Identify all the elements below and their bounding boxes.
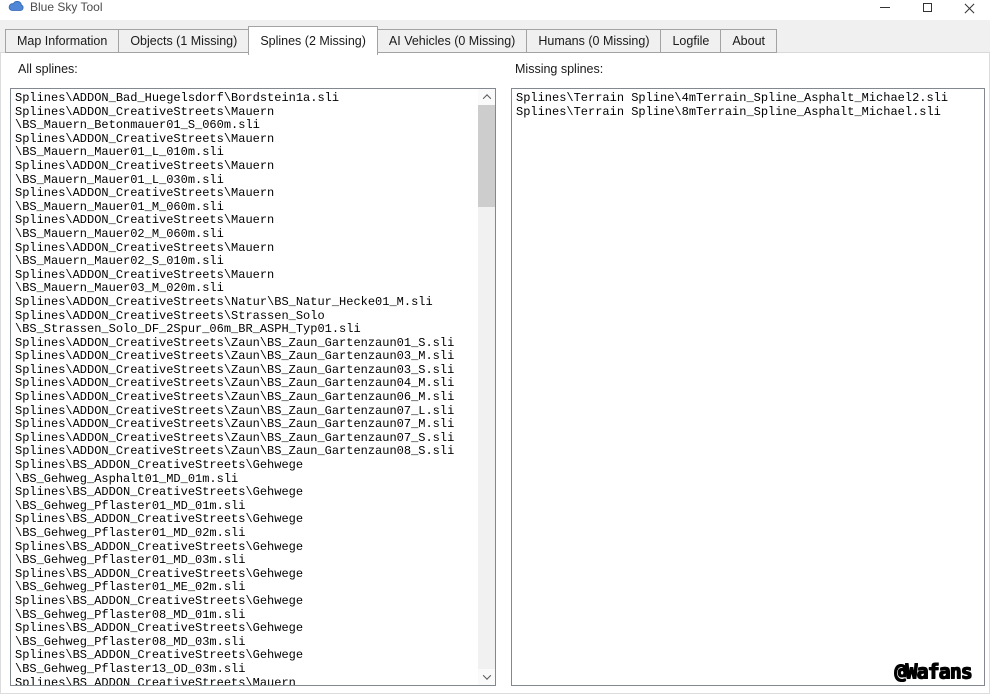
maximize-icon [922,2,932,12]
app-cloud-icon [8,1,24,11]
spline-path-item[interactable]: \BS_Mauern_Mauer02_M_060m.sli [15,227,477,242]
spline-path-item[interactable]: Splines\BS_ADDON_CreativeStreets\Gehwege [15,540,477,555]
spline-path-item[interactable]: Splines\ADDON_CreativeStreets\Zaun\BS_Za… [15,350,477,364]
spline-path-item[interactable]: Splines\Terrain Spline\4mTerrain_Spline_… [516,92,982,106]
all-splines-label: All splines: [18,62,78,76]
tab-bar: Map Information Objects (1 Missing) Spline… [5,26,777,55]
spline-path-item[interactable]: Splines\BS_ADDON_CreativeStreets\Gehwege [15,486,477,500]
spline-path-item[interactable]: \BS_Gehweg_Pflaster01_MD_01m.sli [15,499,477,514]
missing-splines-list[interactable]: Splines\Terrain Spline\4mTerrain_Spline_… [511,88,985,686]
spline-path-item[interactable]: Splines\ADDON_CreativeStreets\Zaun\BS_Za… [15,404,477,419]
spline-path-item[interactable]: \BS_Mauern_Mauer02_S_010m.sli [15,255,477,269]
spline-path-item[interactable]: Splines\ADDON_CreativeStreets\Mauern [15,132,477,147]
spline-path-item[interactable]: Splines\ADDON_CreativeStreets\Mauern [15,268,477,283]
spline-path-item[interactable]: \BS_Gehweg_Pflaster01_MD_02m.sli [15,526,477,541]
spline-path-item[interactable]: Splines\ADDON_CreativeStreets\Zaun\BS_Za… [15,336,477,351]
minimize-icon [880,6,890,8]
spline-path-item[interactable]: \BS_Strassen_Solo_DF_2Spur_06m_BR_ASPH_T… [15,322,477,337]
spline-path-item[interactable]: Splines\BS_ADDON_CreativeStreets\Gehwege [15,622,477,636]
scroll-up-button[interactable] [478,89,495,105]
missing-splines-label: Missing splines: [515,62,604,76]
spline-path-item[interactable]: \BS_Gehweg_Pflaster01_ME_02m.sli [15,581,477,595]
spline-path-item[interactable]: Splines\ADDON_CreativeStreets\Mauern [15,187,477,201]
spline-path-item[interactable]: Splines\ADDON_CreativeStreets\Mauern [15,214,477,228]
spline-path-item[interactable]: \BS_Mauern_Mauer03_M_020m.sli [15,282,477,296]
spline-path-item[interactable]: Splines\ADDON_CreativeStreets\Zaun\BS_Za… [15,431,477,446]
chevron-up-icon [482,94,491,103]
tab-map-information[interactable]: Map Information [5,29,120,53]
spline-path-item[interactable]: Splines\BS_ADDON_CreativeStreets\Mauern [15,676,477,685]
spline-path-item[interactable]: Splines\ADDON_CreativeStreets\Strassen_S… [15,309,477,324]
spline-path-item[interactable]: Splines\ADDON_CreativeStreets\Natur\BS_N… [15,295,477,310]
title-bar: Blue Sky Tool [0,0,990,20]
spline-path-item[interactable]: Splines\ADDON_CreativeStreets\Zaun\BS_Za… [15,418,477,432]
spline-path-item[interactable]: \BS_Mauern_Mauer01_L_010m.sli [15,146,477,160]
spline-path-item[interactable]: Splines\ADDON_CreativeStreets\Zaun\BS_Za… [15,363,477,378]
missing-splines-lines: Splines\Terrain Spline\4mTerrain_Spline_… [516,92,982,685]
tab-splines[interactable]: Splines (2 Missing) [248,26,378,55]
spline-path-item[interactable]: Splines\BS_ADDON_CreativeStreets\Gehwege [15,649,477,663]
spline-path-item[interactable]: Splines\BS_ADDON_CreativeStreets\Gehwege [15,458,477,473]
spline-path-item[interactable]: Splines\ADDON_CreativeStreets\Mauern [15,241,477,256]
all-splines-lines: Splines\ADDON_Bad_Huegelsdorf\Bordstein1… [15,92,477,685]
spline-path-item[interactable]: Splines\BS_ADDON_CreativeStreets\Gehwege [15,594,477,609]
spline-path-item[interactable]: Splines\ADDON_CreativeStreets\Zaun\BS_Za… [15,377,477,391]
spline-path-item[interactable]: Splines\ADDON_CreativeStreets\Mauern [15,159,477,174]
spline-path-item[interactable]: \BS_Gehweg_Pflaster13_OD_03m.sli [15,662,477,677]
scrollbar-thumb[interactable] [478,105,495,207]
window-controls [864,0,990,20]
spline-path-item[interactable]: \BS_Mauern_Mauer01_M_060m.sli [15,200,477,215]
close-button[interactable] [948,0,990,20]
tab-humans[interactable]: Humans (0 Missing) [526,29,662,53]
spline-path-item[interactable]: \BS_Gehweg_Pflaster08_MD_01m.sli [15,608,477,623]
spline-path-item[interactable]: \BS_Gehweg_Pflaster08_MD_03m.sli [15,635,477,650]
maximize-button[interactable] [906,0,948,20]
tab-about[interactable]: About [720,29,777,53]
spline-path-item[interactable]: \BS_Mauern_Betonmauer01_S_060m.sli [15,119,477,133]
tab-ai-vehicles[interactable]: AI Vehicles (0 Missing) [376,29,528,53]
spline-path-item[interactable]: Splines\ADDON_CreativeStreets\Mauern [15,105,477,120]
tab-objects[interactable]: Objects (1 Missing) [118,29,250,53]
spline-path-item[interactable]: Splines\ADDON_CreativeStreets\Zaun\BS_Za… [15,445,477,459]
spline-path-item[interactable]: Splines\BS_ADDON_CreativeStreets\Gehwege [15,567,477,582]
window-title: Blue Sky Tool [30,0,103,14]
spline-path-item[interactable]: Splines\ADDON_CreativeStreets\Zaun\BS_Za… [15,390,477,405]
scroll-down-button[interactable] [478,669,495,685]
close-icon [964,2,975,13]
spline-path-item[interactable]: \BS_Gehweg_Asphalt01_MD_01m.sli [15,472,477,487]
watermark: @Wafans [894,659,972,683]
chevron-down-icon [482,671,491,680]
spline-path-item[interactable]: \BS_Gehweg_Pflaster01_MD_03m.sli [15,554,477,568]
minimize-button[interactable] [864,0,906,20]
tab-logfile[interactable]: Logfile [660,29,722,53]
spline-path-item[interactable]: \BS_Mauern_Mauer01_L_030m.sli [15,173,477,188]
spline-path-item[interactable]: Splines\ADDON_Bad_Huegelsdorf\Bordstein1… [15,92,477,106]
spline-path-item[interactable]: Splines\BS_ADDON_CreativeStreets\Gehwege [15,513,477,527]
all-splines-list[interactable]: Splines\ADDON_Bad_Huegelsdorf\Bordstein1… [10,88,496,686]
spline-path-item[interactable]: Splines\Terrain Spline\8mTerrain_Spline_… [516,105,982,120]
vertical-scrollbar[interactable] [478,89,495,685]
